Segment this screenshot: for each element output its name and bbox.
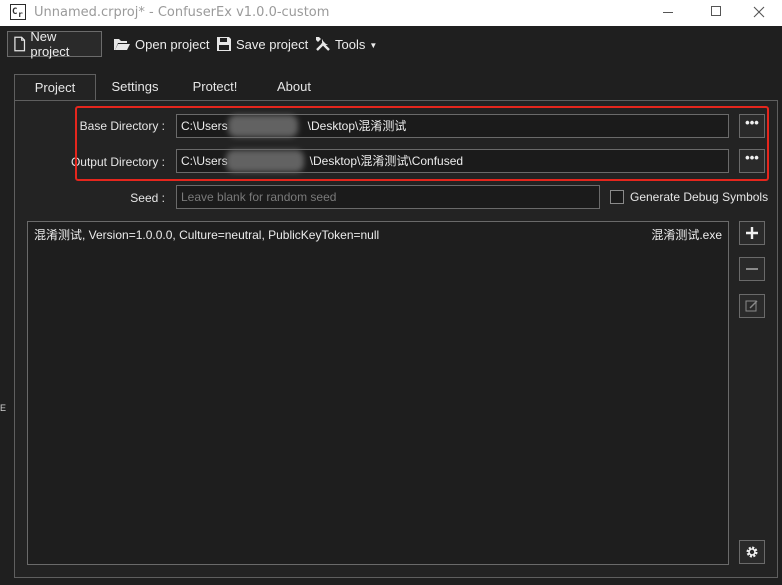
remove-module-button[interactable] [739, 257, 765, 281]
tools-icon [316, 37, 330, 51]
plus-icon [746, 227, 758, 239]
module-list[interactable]: 混淆测试, Version=1.0.0.0, Culture=neutral, … [27, 221, 729, 565]
tab-protect[interactable]: Protect! [184, 74, 246, 100]
edit-module-button[interactable] [739, 294, 765, 318]
folder-open-icon [114, 39, 130, 50]
minimize-icon [663, 12, 673, 13]
seed-input[interactable]: Leave blank for random seed [176, 185, 600, 209]
maximize-icon [711, 6, 721, 16]
new-project-label: New project [30, 29, 70, 59]
toolbar: New project Open project Save project To… [0, 26, 782, 62]
save-icon [217, 37, 231, 51]
app-icon: C r [10, 4, 26, 20]
tools-menu-button[interactable]: Tools ▼ [310, 31, 382, 57]
gear-icon [746, 546, 758, 558]
annotation-highlight-box [75, 106, 769, 181]
new-project-button[interactable]: New project [7, 29, 102, 59]
open-project-button[interactable]: Open project [108, 31, 214, 57]
seed-label: Seed : [130, 191, 165, 205]
window-title: Unnamed.crproj* - ConfuserEx v1.0.0-cust… [34, 5, 330, 20]
debug-symbols-checkbox[interactable] [610, 190, 624, 204]
module-name: 混淆测试, Version=1.0.0.0, Culture=neutral, … [34, 228, 380, 242]
close-button[interactable] [736, 0, 782, 26]
maximize-button[interactable] [692, 0, 738, 26]
title-bar: C r Unnamed.crproj* - ConfuserEx v1.0.0-… [0, 0, 782, 26]
save-project-label: Save project [236, 36, 309, 52]
close-icon [753, 6, 765, 18]
open-project-label: Open project [135, 36, 210, 52]
chevron-down-icon: ▼ [369, 41, 378, 50]
save-project-button[interactable]: Save project [211, 31, 313, 57]
minus-icon [746, 268, 758, 270]
module-file: 混淆测试.exe [651, 228, 722, 242]
list-item[interactable]: 混淆测试, Version=1.0.0.0, Culture=neutral, … [28, 226, 728, 244]
tab-about[interactable]: About [266, 74, 322, 100]
module-settings-button[interactable] [739, 540, 765, 564]
debug-symbols-label: Generate Debug Symbols [630, 190, 769, 204]
edge-text: E [0, 403, 7, 413]
add-module-button[interactable] [739, 221, 765, 245]
tab-settings[interactable]: Settings [100, 74, 170, 100]
tab-project[interactable]: Project [14, 74, 96, 101]
new-file-icon [14, 36, 26, 52]
minimize-button[interactable] [646, 0, 692, 26]
tools-label: Tools [335, 36, 366, 52]
edit-icon [745, 300, 758, 312]
